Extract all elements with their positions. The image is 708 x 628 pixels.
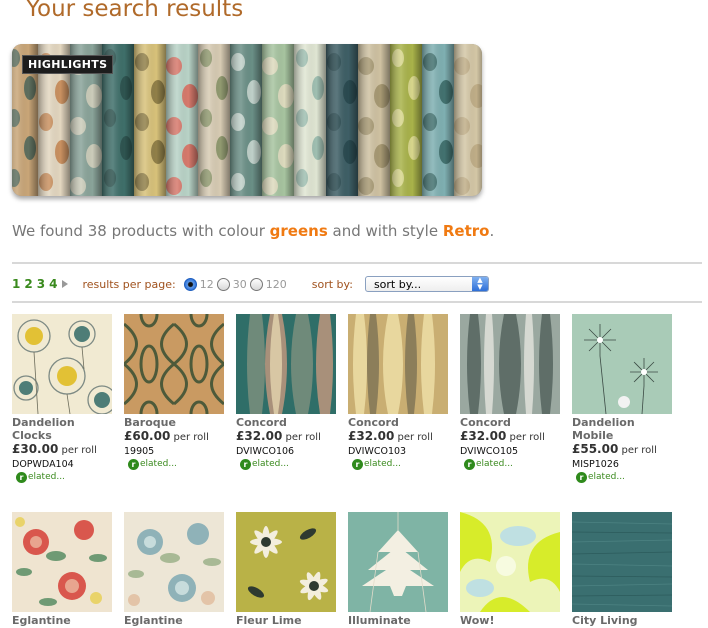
- product-price: £32.00 per roll: [460, 429, 545, 443]
- related-icon: r: [240, 459, 251, 470]
- related-link[interactable]: r elated...: [348, 458, 452, 471]
- product-code: DVIWCO103: [348, 446, 407, 457]
- product-thumbnail[interactable]: [236, 314, 336, 414]
- product-name[interactable]: Fleur Lime: [236, 614, 340, 627]
- style-filter-value: Retro: [442, 222, 490, 240]
- page-link-4[interactable]: 4: [49, 277, 57, 291]
- sort-by-label: sort by:: [311, 277, 353, 291]
- product-thumbnail[interactable]: [348, 314, 448, 414]
- product-card[interactable]: City Living: [572, 512, 676, 627]
- product-card[interactable]: Wow!: [460, 512, 564, 627]
- product-name[interactable]: Illuminate: [348, 614, 452, 627]
- product-price: £55.00 per roll: [572, 442, 657, 456]
- related-link[interactable]: r elated...: [572, 471, 676, 484]
- product-card[interactable]: Concord £32.00 per roll DVIWCO106 r elate…: [236, 314, 340, 471]
- results-controls: 1234 results per page: 12 30 120 sort by…: [12, 274, 489, 294]
- page-link-3[interactable]: 3: [37, 277, 45, 291]
- product-thumbnail[interactable]: [348, 512, 448, 612]
- product-code: DVIWCO106: [236, 446, 295, 457]
- product-name[interactable]: Eglantine: [12, 614, 116, 627]
- product-name[interactable]: Baroque: [124, 416, 228, 429]
- product-thumbnail[interactable]: [124, 314, 224, 414]
- next-page-arrow-icon[interactable]: [62, 280, 69, 288]
- product-name[interactable]: Eglantine: [124, 614, 228, 627]
- related-link[interactable]: r elated...: [236, 458, 340, 471]
- product-price: £60.00 per roll: [124, 429, 209, 443]
- rpp-radio-120[interactable]: [249, 277, 263, 291]
- page-link-2[interactable]: 2: [24, 277, 32, 291]
- pagination: 1234: [12, 277, 61, 291]
- sort-by-value: sort by...: [373, 278, 422, 291]
- product-price: £30.00 per roll: [12, 442, 97, 456]
- product-name[interactable]: Concord: [460, 416, 564, 429]
- product-name[interactable]: City Living: [572, 614, 676, 627]
- results-per-page-label: results per page:: [82, 277, 176, 291]
- rpp-option-30: 30: [232, 277, 247, 291]
- product-thumbnail[interactable]: [460, 512, 560, 612]
- select-arrows-icon: ▲ ▼: [471, 277, 488, 291]
- product-thumbnail[interactable]: [572, 314, 672, 414]
- product-thumbnail[interactable]: [124, 512, 224, 612]
- rpp-radio-30[interactable]: [216, 277, 230, 291]
- related-link[interactable]: r elated...: [460, 458, 564, 471]
- related-icon: r: [576, 472, 587, 483]
- rpp-option-120: 120: [265, 277, 287, 291]
- results-summary: We found 38 products with colour greens …: [12, 222, 495, 240]
- product-name[interactable]: Concord: [348, 416, 452, 429]
- product-thumbnail[interactable]: [12, 314, 112, 414]
- related-icon: r: [16, 472, 27, 483]
- product-name[interactable]: Dandelion Mobile: [572, 416, 676, 442]
- product-card[interactable]: Concord £32.00 per roll DVIWCO105 r elate…: [460, 314, 564, 471]
- product-card[interactable]: Eglantine: [124, 512, 228, 627]
- rpp-option-12: 12: [199, 277, 214, 291]
- sort-by-select[interactable]: sort by... ▲ ▼: [364, 276, 489, 292]
- related-link[interactable]: r elated...: [124, 458, 228, 471]
- product-price: £32.00 per roll: [236, 429, 321, 443]
- product-name[interactable]: Dandelion Clocks: [12, 416, 116, 442]
- page-link-1[interactable]: 1: [12, 277, 20, 291]
- product-card[interactable]: Baroque £60.00 per roll 19905 r elated...: [124, 314, 228, 471]
- product-thumbnail[interactable]: [572, 512, 672, 612]
- product-price: £32.00 per roll: [348, 429, 433, 443]
- product-thumbnail[interactable]: [236, 512, 336, 612]
- rpp-radio-12[interactable]: [183, 277, 197, 291]
- colour-filter-value: greens: [269, 222, 328, 240]
- product-card[interactable]: Eglantine: [12, 512, 116, 627]
- product-code: DOPWDA104: [12, 459, 74, 470]
- divider-bottom: [12, 301, 702, 303]
- related-icon: r: [128, 459, 139, 470]
- product-card[interactable]: Fleur Lime: [236, 512, 340, 627]
- product-card[interactable]: Dandelion Mobile £55.00 per roll MISP102…: [572, 314, 676, 484]
- divider-top: [12, 262, 702, 264]
- product-card[interactable]: Concord £32.00 per roll DVIWCO103 r elate…: [348, 314, 452, 471]
- product-name[interactable]: Concord: [236, 416, 340, 429]
- page-title: Your search results: [26, 0, 244, 22]
- product-code: DVIWCO105: [460, 446, 519, 457]
- product-card[interactable]: Dandelion Clocks £30.00 per roll DOPWDA1…: [12, 314, 116, 484]
- related-icon: r: [352, 459, 363, 470]
- product-name[interactable]: Wow!: [460, 614, 564, 627]
- product-card[interactable]: Illuminate: [348, 512, 452, 627]
- related-link[interactable]: r elated...: [12, 471, 116, 484]
- related-icon: r: [464, 459, 475, 470]
- highlights-banner[interactable]: HIGHLIGHTS: [12, 44, 482, 196]
- highlights-badge: HIGHLIGHTS: [22, 55, 114, 74]
- product-thumbnail[interactable]: [460, 314, 560, 414]
- product-code: MISP1026: [572, 459, 619, 470]
- product-thumbnail[interactable]: [12, 512, 112, 612]
- product-code: 19905: [124, 446, 155, 457]
